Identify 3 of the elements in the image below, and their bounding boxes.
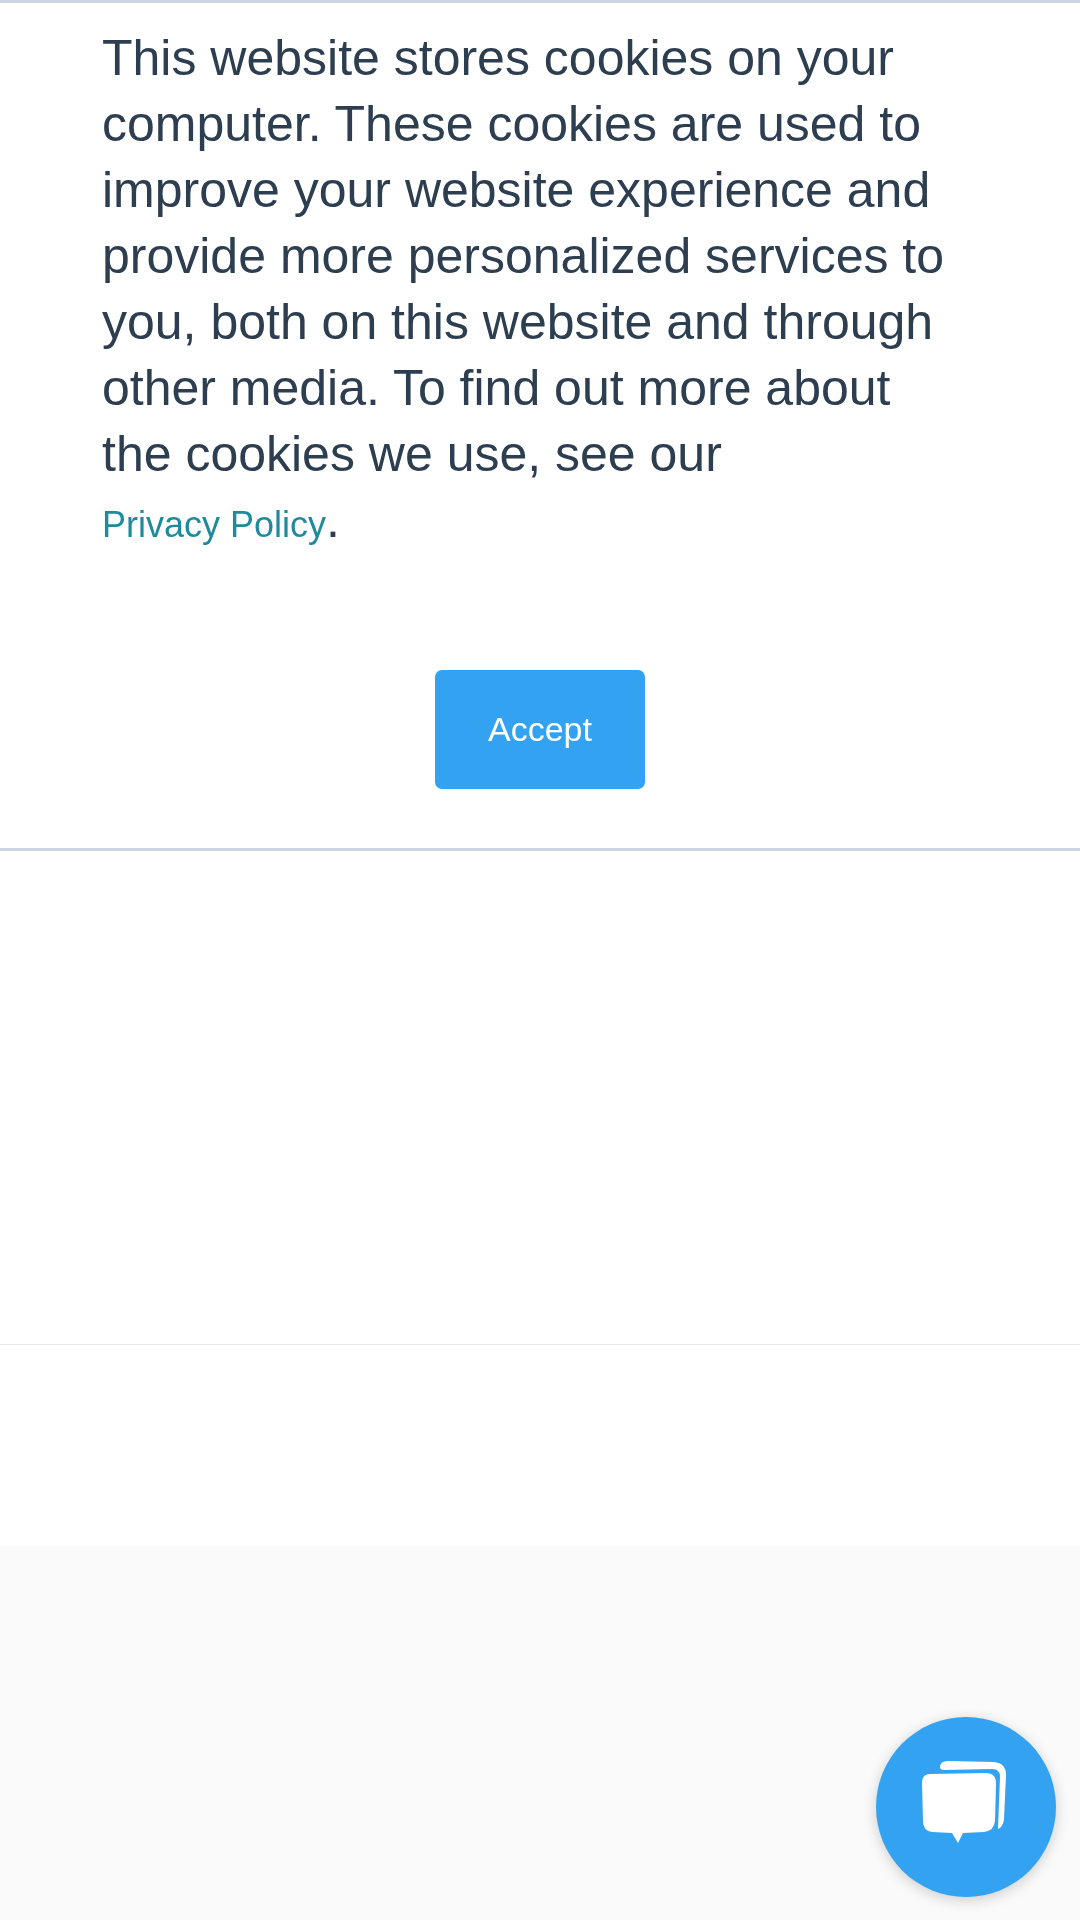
cookie-message: This website stores cookies on your computer. These cookies are used to improve your website experience and provide more personalized services to you, both on this website and through other media. To find out more about the cookies we use, see our Privacy Policy. (102, 29, 946, 550)
privacy-policy-link[interactable]: Privacy Policy (102, 504, 327, 545)
accept-button[interactable]: Accept (435, 670, 645, 789)
